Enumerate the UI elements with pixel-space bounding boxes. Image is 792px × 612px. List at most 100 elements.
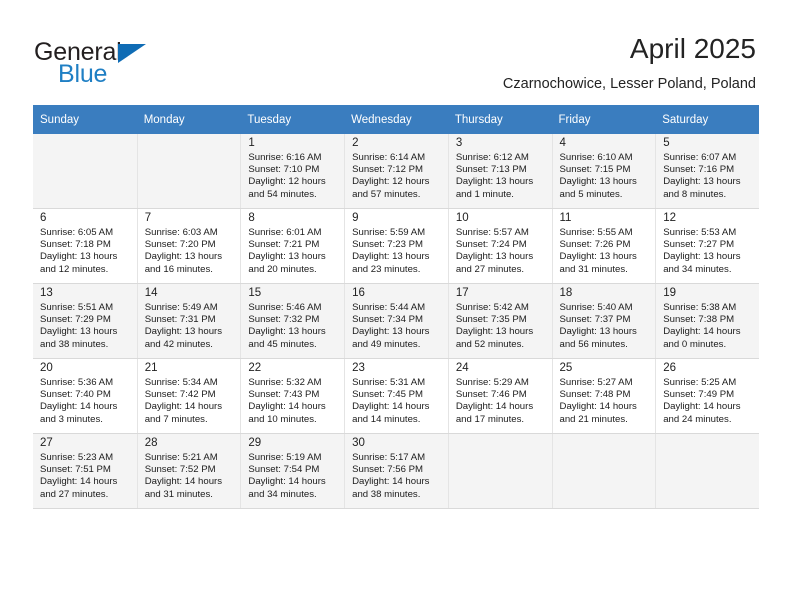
calendar-day-cell[interactable]: 8 Sunrise: 6:01 AM Sunset: 7:21 PM Daylight…	[240, 208, 345, 284]
calendar-day-cell[interactable]: 25 Sunrise: 5:27 AM Sunset: 7:48 PM Dayligh…	[551, 358, 656, 434]
daylight-duration-line1: Daylight: 13 hours	[455, 176, 534, 188]
calendar-day-cell[interactable]: 23 Sunrise: 5:31 AM Sunset: 7:45 PM Dayligh…	[344, 358, 448, 434]
daylight-duration-line2: and 38 minutes.	[352, 488, 421, 500]
calendar-day-cell[interactable]: 4 Sunrise: 6:10 AM Sunset: 7:15 PM Daylight…	[551, 134, 656, 209]
page-subtitle: Czarnochowice, Lesser Poland, Poland	[502, 76, 756, 92]
daylight-duration-line1: Daylight: 14 hours	[248, 476, 326, 488]
calendar-day-cell[interactable]: 15 Sunrise: 5:46 AM Sunset: 7:32 PM Dayligh…	[240, 283, 345, 359]
day-number: 20	[40, 362, 53, 374]
day-sun-info: Sunrise: 5:17 AM Sunset: 7:56 PM Daylight:…	[352, 452, 443, 501]
day-sun-info: Sunrise: 5:19 AM Sunset: 7:54 PM Daylight:…	[248, 452, 339, 501]
sunrise-time: Sunrise: 5:23 AM	[40, 452, 114, 463]
calendar-day-cell[interactable]: 21 Sunrise: 5:34 AM Sunset: 7:42 PM Dayligh…	[136, 358, 241, 434]
calendar-day-cell[interactable]: 16 Sunrise: 5:44 AM Sunset: 7:34 PM Dayligh…	[344, 283, 448, 359]
sunset-time: Sunset: 7:24 PM	[455, 239, 527, 251]
daylight-duration-line1: Daylight: 13 hours	[455, 326, 534, 338]
sunset-time: Sunset: 7:15 PM	[559, 164, 631, 176]
day-number: 27	[40, 437, 53, 449]
daylight-duration-line1: Daylight: 13 hours	[248, 326, 326, 338]
sunset-time: Sunset: 7:38 PM	[663, 314, 735, 326]
daylight-duration-line1: Daylight: 12 hours	[352, 176, 430, 188]
calendar-day-cell[interactable]: 14 Sunrise: 5:49 AM Sunset: 7:31 PM Dayligh…	[136, 283, 241, 359]
daylight-duration-line1: Daylight: 13 hours	[559, 326, 637, 338]
sunrise-time: Sunrise: 5:49 AM	[144, 302, 218, 313]
calendar-day-cell[interactable]: 28 Sunrise: 5:21 AM Sunset: 7:52 PM Dayligh…	[136, 433, 241, 509]
day-sun-info: Sunrise: 6:14 AM Sunset: 7:12 PM Daylight:…	[352, 152, 443, 201]
daylight-duration-line2: and 3 minutes.	[40, 413, 103, 425]
daylight-duration-line2: and 5 minutes.	[559, 188, 623, 200]
day-sun-info: Sunrise: 6:12 AM Sunset: 7:13 PM Daylight:…	[456, 152, 547, 201]
calendar-day-cell[interactable]: 30 Sunrise: 5:17 AM Sunset: 7:56 PM Dayligh…	[344, 433, 448, 509]
daylight-duration-line1: Daylight: 13 hours	[40, 251, 118, 263]
day-number: 3	[455, 137, 463, 149]
calendar-day-cell[interactable]: 10 Sunrise: 5:57 AM Sunset: 7:24 PM Dayligh…	[447, 208, 552, 284]
day-number: 4	[559, 137, 566, 149]
sunrise-time: Sunrise: 6:05 AM	[40, 227, 114, 238]
day-number: 2	[352, 137, 359, 149]
weekday-header-tuesday: Tuesday	[240, 105, 345, 134]
day-cell-content: 14 Sunrise: 5:49 AM Sunset: 7:31 PM Dayligh…	[136, 284, 241, 358]
daylight-duration-line2: and 10 minutes.	[248, 413, 317, 425]
weekday-header-monday: Monday	[136, 105, 241, 134]
daylight-duration-line1: Daylight: 13 hours	[248, 251, 326, 263]
day-sun-info: Sunrise: 5:25 AM Sunset: 7:49 PM Daylight:…	[663, 377, 754, 426]
day-cell-content: 13 Sunrise: 5:51 AM Sunset: 7:29 PM Dayligh…	[33, 284, 137, 358]
calendar-day-cell[interactable]: 6 Sunrise: 6:05 AM Sunset: 7:18 PM Daylight…	[33, 208, 137, 284]
day-sun-info: Sunrise: 5:34 AM Sunset: 7:42 PM Daylight:…	[145, 377, 236, 426]
calendar-day-cell[interactable]: 17 Sunrise: 5:42 AM Sunset: 7:35 PM Dayligh…	[447, 283, 552, 359]
sunset-time: Sunset: 7:20 PM	[144, 239, 216, 251]
sunset-time: Sunset: 7:46 PM	[455, 389, 527, 401]
daylight-duration-line2: and 54 minutes.	[248, 188, 317, 200]
day-cell-content: 12 Sunrise: 5:53 AM Sunset: 7:27 PM Dayligh…	[655, 209, 759, 283]
calendar-day-cell	[551, 433, 656, 509]
day-number: 12	[663, 212, 677, 224]
calendar-day-cell[interactable]: 13 Sunrise: 5:51 AM Sunset: 7:29 PM Dayligh…	[33, 283, 137, 359]
day-cell-content: 17 Sunrise: 5:42 AM Sunset: 7:35 PM Dayligh…	[447, 284, 552, 358]
sunset-time: Sunset: 7:13 PM	[455, 164, 527, 176]
calendar-day-cell[interactable]: 24 Sunrise: 5:29 AM Sunset: 7:46 PM Dayligh…	[447, 358, 552, 434]
calendar-day-cell[interactable]: 20 Sunrise: 5:36 AM Sunset: 7:40 PM Dayligh…	[33, 358, 137, 434]
general-blue-logo[interactable]: General Blue	[34, 38, 164, 88]
calendar-day-cell[interactable]: 1 Sunrise: 6:16 AM Sunset: 7:10 PM Daylight…	[240, 134, 345, 209]
calendar-day-cell[interactable]: 7 Sunrise: 6:03 AM Sunset: 7:20 PM Daylight…	[136, 208, 241, 284]
triangle-icon	[118, 44, 146, 63]
calendar-day-cell[interactable]: 3 Sunrise: 6:12 AM Sunset: 7:13 PM Daylight…	[447, 134, 552, 209]
day-cell-content: 15 Sunrise: 5:46 AM Sunset: 7:32 PM Dayligh…	[240, 284, 344, 358]
calendar-day-cell[interactable]: 2 Sunrise: 6:14 AM Sunset: 7:12 PM Daylight…	[344, 134, 448, 209]
sunrise-time: Sunrise: 5:38 AM	[663, 302, 737, 313]
sunset-time: Sunset: 7:49 PM	[663, 389, 735, 401]
day-cell-content: 29 Sunrise: 5:19 AM Sunset: 7:54 PM Dayligh…	[240, 434, 344, 508]
calendar-day-cell[interactable]: 29 Sunrise: 5:19 AM Sunset: 7:54 PM Dayligh…	[240, 433, 345, 509]
calendar-day-cell[interactable]: 12 Sunrise: 5:53 AM Sunset: 7:27 PM Dayligh…	[655, 208, 759, 284]
daylight-duration-line1: Daylight: 14 hours	[144, 476, 223, 488]
day-cell-content: 8 Sunrise: 6:01 AM Sunset: 7:21 PM Daylight…	[240, 209, 344, 283]
sunset-time: Sunset: 7:21 PM	[248, 239, 320, 251]
daylight-duration-line2: and 27 minutes.	[455, 263, 525, 275]
day-cell-content: 6 Sunrise: 6:05 AM Sunset: 7:18 PM Daylight…	[33, 209, 137, 283]
sunrise-time: Sunrise: 6:03 AM	[144, 227, 218, 238]
calendar-day-cell[interactable]: 5 Sunrise: 6:07 AM Sunset: 7:16 PM Daylight…	[655, 134, 759, 209]
day-cell-content: 16 Sunrise: 5:44 AM Sunset: 7:34 PM Dayligh…	[344, 284, 448, 358]
sunrise-time: Sunrise: 5:46 AM	[248, 302, 322, 313]
day-cell-content: 10 Sunrise: 5:57 AM Sunset: 7:24 PM Dayligh…	[447, 209, 552, 283]
day-cell-content	[136, 134, 241, 208]
sunrise-time: Sunrise: 6:14 AM	[352, 152, 426, 163]
day-number: 13	[40, 287, 53, 299]
day-number: 14	[144, 287, 158, 299]
sunset-time: Sunset: 7:45 PM	[352, 389, 424, 401]
daylight-duration-line1: Daylight: 13 hours	[559, 251, 637, 263]
calendar-day-cell[interactable]: 27 Sunrise: 5:23 AM Sunset: 7:51 PM Dayligh…	[33, 433, 137, 509]
day-sun-info: Sunrise: 5:44 AM Sunset: 7:34 PM Daylight:…	[352, 302, 443, 351]
daylight-duration-line2: and 38 minutes.	[40, 338, 109, 350]
calendar-day-cell[interactable]: 11 Sunrise: 5:55 AM Sunset: 7:26 PM Dayligh…	[551, 208, 656, 284]
calendar-day-cell[interactable]: 18 Sunrise: 5:40 AM Sunset: 7:37 PM Dayligh…	[551, 283, 656, 359]
calendar-day-cell[interactable]: 26 Sunrise: 5:25 AM Sunset: 7:49 PM Dayligh…	[655, 358, 759, 434]
daylight-duration-line1: Daylight: 14 hours	[40, 476, 118, 488]
sunrise-time: Sunrise: 5:21 AM	[144, 452, 218, 463]
day-sun-info: Sunrise: 5:27 AM Sunset: 7:48 PM Daylight:…	[560, 377, 651, 426]
calendar-day-cell[interactable]: 9 Sunrise: 5:59 AM Sunset: 7:23 PM Daylight…	[344, 208, 448, 284]
calendar-day-cell	[33, 134, 137, 209]
daylight-duration-line1: Daylight: 14 hours	[248, 401, 326, 413]
calendar-day-cell[interactable]: 22 Sunrise: 5:32 AM Sunset: 7:43 PM Dayligh…	[240, 358, 345, 434]
calendar-day-cell[interactable]: 19 Sunrise: 5:38 AM Sunset: 7:38 PM Dayligh…	[655, 283, 759, 359]
